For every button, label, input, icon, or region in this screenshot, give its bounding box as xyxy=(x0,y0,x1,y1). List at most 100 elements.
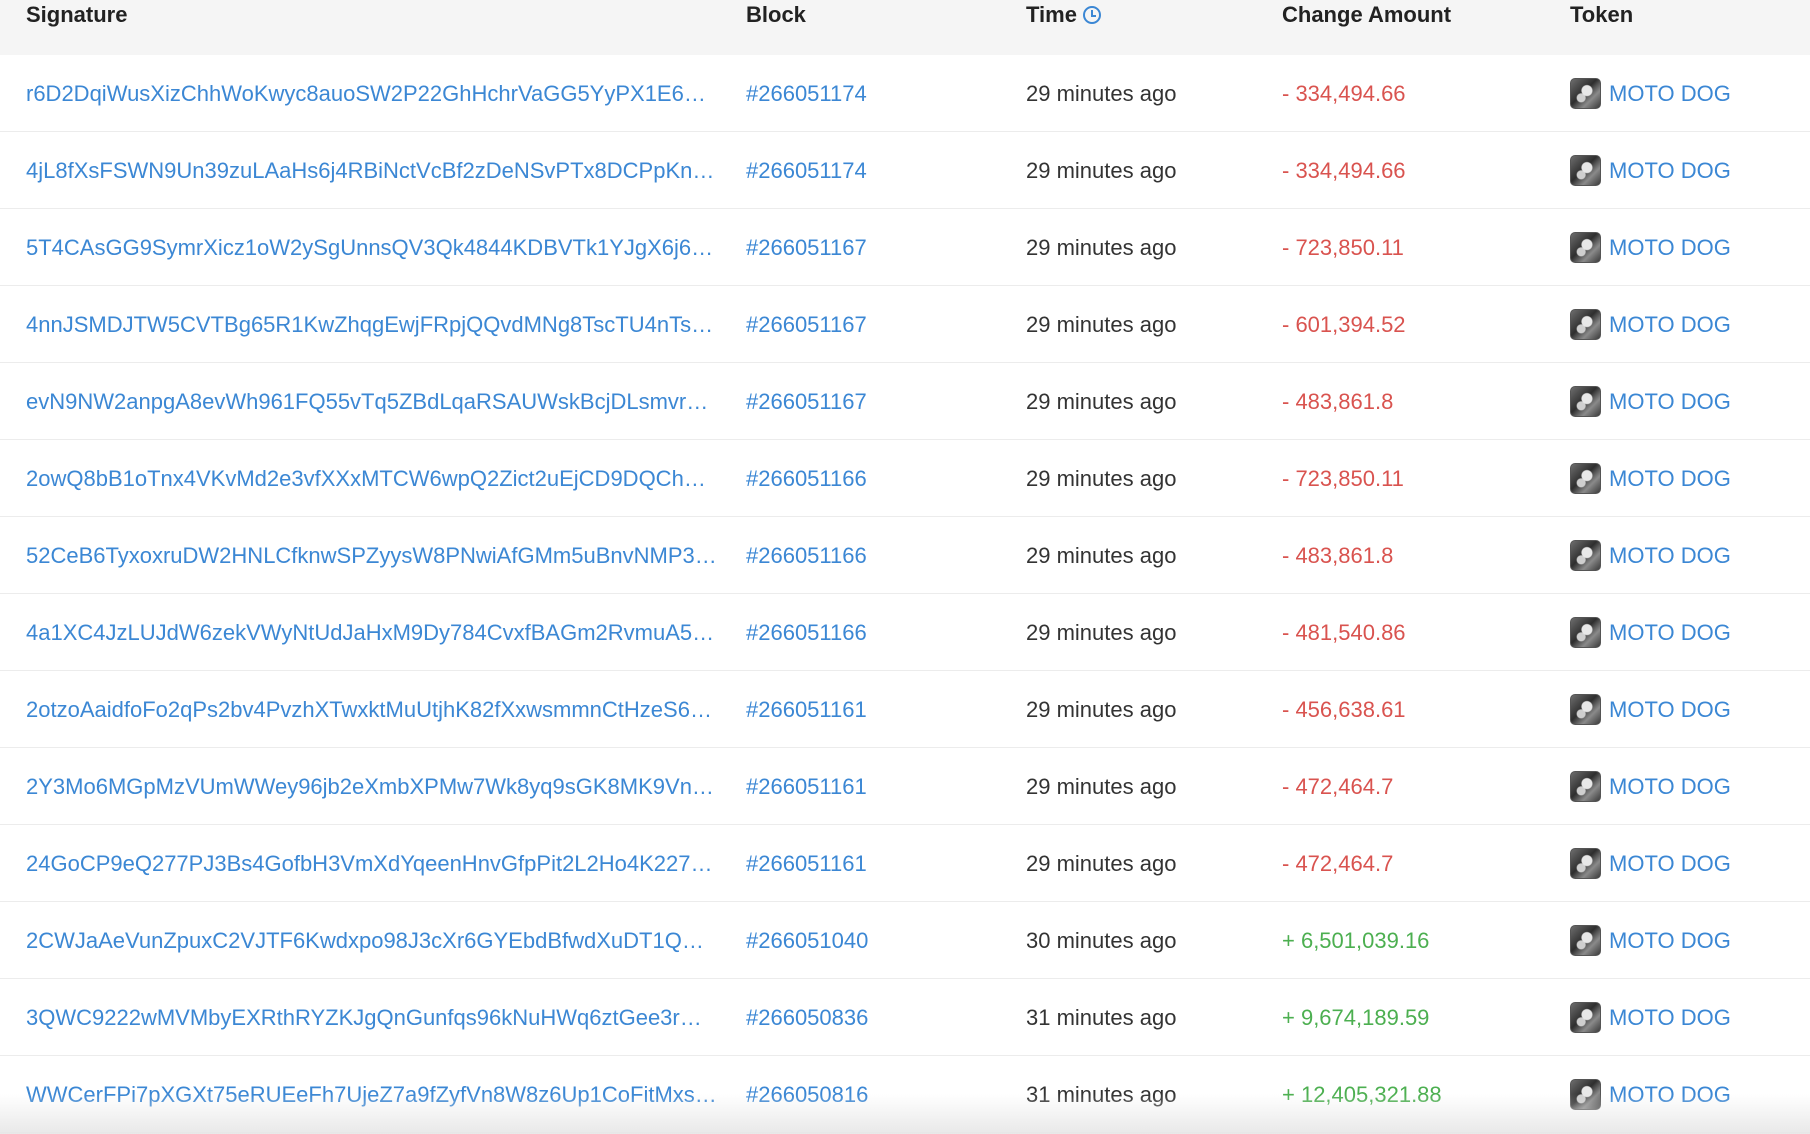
block-link[interactable]: #266051161 xyxy=(746,825,867,902)
signature-link[interactable]: 2owQ8bB1oTnx4VKvMd2e3vfXXxMTCW6wpQ2Zict2… xyxy=(26,440,718,517)
table-row: 3QWC9222wMVMbyEXRthRYZKJgQnGunfqs96kNuHW… xyxy=(0,979,1810,1056)
token-logo-icon xyxy=(1570,770,1601,802)
token-logo-icon xyxy=(1570,154,1601,186)
token-link[interactable]: MOTO DOG xyxy=(1570,209,1731,286)
token-logo-icon xyxy=(1570,616,1601,648)
token-name[interactable]: MOTO DOG xyxy=(1609,543,1731,568)
block-link[interactable]: #266050816 xyxy=(746,1056,868,1133)
token-name[interactable]: MOTO DOG xyxy=(1609,697,1731,722)
token-name[interactable]: MOTO DOG xyxy=(1609,466,1731,491)
time-text: 31 minutes ago xyxy=(1026,1005,1177,1030)
token-logo-icon xyxy=(1570,693,1601,725)
block-link[interactable]: #266051166 xyxy=(746,594,867,671)
token-link[interactable]: MOTO DOG xyxy=(1570,1056,1731,1133)
token-name[interactable]: MOTO DOG xyxy=(1609,620,1731,645)
token-link[interactable]: MOTO DOG xyxy=(1570,825,1731,902)
token-name[interactable]: MOTO DOG xyxy=(1609,1005,1731,1030)
table-row: 52CeB6TyxoxruDW2HNLCfknwSPZyysW8PNwiAfGM… xyxy=(0,517,1810,594)
token-link[interactable]: MOTO DOG xyxy=(1570,55,1731,132)
token-link[interactable]: MOTO DOG xyxy=(1570,517,1731,594)
token-logo-icon xyxy=(1570,231,1601,263)
token-name[interactable]: MOTO DOG xyxy=(1609,312,1731,337)
table-row: evN9NW2anpgA8evWh961FQ55vTq5ZBdLqaRSAUWs… xyxy=(0,363,1810,440)
change-amount: - 472,464.7 xyxy=(1282,774,1394,799)
time-text: 29 minutes ago xyxy=(1026,158,1177,183)
block-link[interactable]: #266051161 xyxy=(746,748,867,825)
table-row: 5T4CAsGG9SymrXicz1oW2ySgUnnsQV3Qk4844KDB… xyxy=(0,209,1810,286)
signature-link[interactable]: 3QWC9222wMVMbyEXRthRYZKJgQnGunfqs96kNuHW… xyxy=(26,979,718,1056)
token-logo-icon xyxy=(1570,462,1601,494)
token-link[interactable]: MOTO DOG xyxy=(1570,286,1731,363)
change-amount: - 481,540.86 xyxy=(1282,620,1406,645)
time-text: 30 minutes ago xyxy=(1026,928,1177,953)
time-text: 31 minutes ago xyxy=(1026,1082,1177,1107)
change-amount: - 334,494.66 xyxy=(1282,81,1406,106)
clock-icon[interactable] xyxy=(1082,6,1101,24)
block-link[interactable]: #266051174 xyxy=(746,132,867,209)
signature-link[interactable]: 4a1XC4JzLUJdW6zekVWyNtUdJaHxM9Dy784CvxfB… xyxy=(26,594,718,671)
token-link[interactable]: MOTO DOG xyxy=(1570,902,1731,979)
token-link[interactable]: MOTO DOG xyxy=(1570,440,1731,517)
token-link[interactable]: MOTO DOG xyxy=(1570,363,1731,440)
token-name[interactable]: MOTO DOG xyxy=(1609,851,1731,876)
token-logo-icon xyxy=(1570,77,1601,109)
token-link[interactable]: MOTO DOG xyxy=(1570,671,1731,748)
signature-link[interactable]: 2CWJaAeVunZpuxC2VJTF6Kwdxpo98J3cXr6GYEbd… xyxy=(26,902,718,979)
column-header-time-label: Time xyxy=(1026,2,1077,27)
signature-link[interactable]: 2otzoAaidfoFo2qPs2bv4PvzhXTwxktMuUtjhK82… xyxy=(26,671,718,748)
signature-link[interactable]: evN9NW2anpgA8evWh961FQ55vTq5ZBdLqaRSAUWs… xyxy=(26,363,718,440)
token-link[interactable]: MOTO DOG xyxy=(1570,594,1731,671)
token-name[interactable]: MOTO DOG xyxy=(1609,389,1731,414)
change-amount: - 456,638.61 xyxy=(1282,697,1406,722)
time-text: 29 minutes ago xyxy=(1026,774,1177,799)
signature-link[interactable]: 24GoCP9eQ277PJ3Bs4GofbH3VmXdYqeenHnvGfpP… xyxy=(26,825,718,902)
signature-link[interactable]: 4nnJSMDJTW5CVTBg65R1KwZhqgEwjFRpjQQvdMNg… xyxy=(26,286,718,363)
change-amount: - 483,861.8 xyxy=(1282,389,1394,414)
time-text: 29 minutes ago xyxy=(1026,81,1177,106)
block-link[interactable]: #266051161 xyxy=(746,671,867,748)
table-row: 4nnJSMDJTW5CVTBg65R1KwZhqgEwjFRpjQQvdMNg… xyxy=(0,286,1810,363)
block-link[interactable]: #266051167 xyxy=(746,286,867,363)
token-link[interactable]: MOTO DOG xyxy=(1570,132,1731,209)
time-text: 29 minutes ago xyxy=(1026,543,1177,568)
block-link[interactable]: #266051166 xyxy=(746,517,867,594)
change-amount: + 9,674,189.59 xyxy=(1282,1005,1430,1030)
token-name[interactable]: MOTO DOG xyxy=(1609,158,1731,183)
token-logo-icon xyxy=(1570,539,1601,571)
time-text: 29 minutes ago xyxy=(1026,620,1177,645)
signature-link[interactable]: r6D2DqiWusXizChhWoKwyc8auoSW2P22GhHchrVa… xyxy=(26,55,718,132)
signature-link[interactable]: 2Y3Mo6MGpMzVUmWWey96jb2eXmbXPMw7Wk8yq9sG… xyxy=(26,748,718,825)
token-logo-icon xyxy=(1570,847,1601,879)
column-header-signature: Signature xyxy=(26,2,128,27)
token-logo-icon xyxy=(1570,308,1601,340)
token-name[interactable]: MOTO DOG xyxy=(1609,774,1731,799)
block-link[interactable]: #266051167 xyxy=(746,209,867,286)
table-row: 2otzoAaidfoFo2qPs2bv4PvzhXTwxktMuUtjhK82… xyxy=(0,671,1810,748)
time-text: 29 minutes ago xyxy=(1026,312,1177,337)
table-row: 4jL8fXsFSWN9Un39zuLAaHs6j4RBiNctVcBf2zDe… xyxy=(0,132,1810,209)
signature-link[interactable]: 52CeB6TyxoxruDW2HNLCfknwSPZyysW8PNwiAfGM… xyxy=(26,517,718,594)
token-name[interactable]: MOTO DOG xyxy=(1609,1082,1731,1107)
token-link[interactable]: MOTO DOG xyxy=(1570,979,1731,1056)
time-text: 29 minutes ago xyxy=(1026,235,1177,260)
table-header: Signature Block Time Change Amount Token xyxy=(0,0,1810,55)
column-header-time: Time xyxy=(1026,0,1101,30)
signature-link[interactable]: WWCerFPi7pXGXt75eRUEeFh7UjeZ7a9fZyfVn8W8… xyxy=(26,1056,718,1133)
token-name[interactable]: MOTO DOG xyxy=(1609,235,1731,260)
token-logo-icon xyxy=(1570,385,1601,417)
block-link[interactable]: #266050836 xyxy=(746,979,868,1056)
block-link[interactable]: #266051174 xyxy=(746,55,867,132)
change-amount: + 12,405,321.88 xyxy=(1282,1082,1442,1107)
token-link[interactable]: MOTO DOG xyxy=(1570,748,1731,825)
signature-link[interactable]: 5T4CAsGG9SymrXicz1oW2ySgUnnsQV3Qk4844KDB… xyxy=(26,209,718,286)
signature-link[interactable]: 4jL8fXsFSWN9Un39zuLAaHs6j4RBiNctVcBf2zDe… xyxy=(26,132,718,209)
table-row: 4a1XC4JzLUJdW6zekVWyNtUdJaHxM9Dy784CvxfB… xyxy=(0,594,1810,671)
block-link[interactable]: #266051167 xyxy=(746,363,867,440)
token-name[interactable]: MOTO DOG xyxy=(1609,928,1731,953)
block-link[interactable]: #266051166 xyxy=(746,440,867,517)
token-logo-icon xyxy=(1570,1001,1601,1033)
table-row: r6D2DqiWusXizChhWoKwyc8auoSW2P22GhHchrVa… xyxy=(0,55,1810,132)
block-link[interactable]: #266051040 xyxy=(746,902,868,979)
token-name[interactable]: MOTO DOG xyxy=(1609,81,1731,106)
table-row: 2CWJaAeVunZpuxC2VJTF6Kwdxpo98J3cXr6GYEbd… xyxy=(0,902,1810,979)
